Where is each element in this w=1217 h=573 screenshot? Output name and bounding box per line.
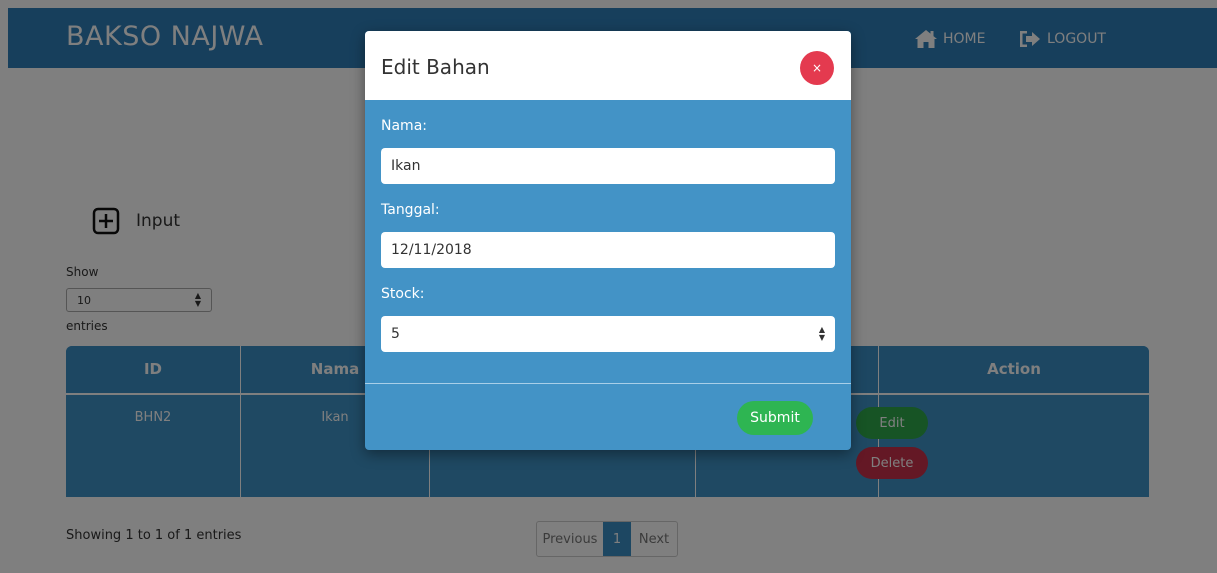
modal-title: Edit Bahan (381, 55, 490, 79)
submit-button[interactable]: Submit (737, 401, 813, 435)
nama-label: Nama: (381, 118, 427, 134)
stock-label: Stock: (381, 286, 425, 302)
edit-bahan-modal: Edit Bahan × Nama: Tanggal: Stock: ▲▼ Su… (365, 31, 851, 450)
modal-divider (365, 383, 851, 384)
nama-field[interactable] (381, 148, 835, 184)
nama-input[interactable] (391, 158, 791, 174)
tanggal-label: Tanggal: (381, 202, 440, 218)
stock-field[interactable]: ▲▼ (381, 316, 835, 352)
tanggal-input[interactable] (391, 242, 791, 258)
modal-header: Edit Bahan × (365, 31, 851, 100)
tanggal-field[interactable] (381, 232, 835, 268)
number-spinner-icon[interactable]: ▲ ▼ (819, 326, 825, 342)
stock-input[interactable] (391, 326, 791, 342)
close-button[interactable]: × (800, 51, 834, 85)
